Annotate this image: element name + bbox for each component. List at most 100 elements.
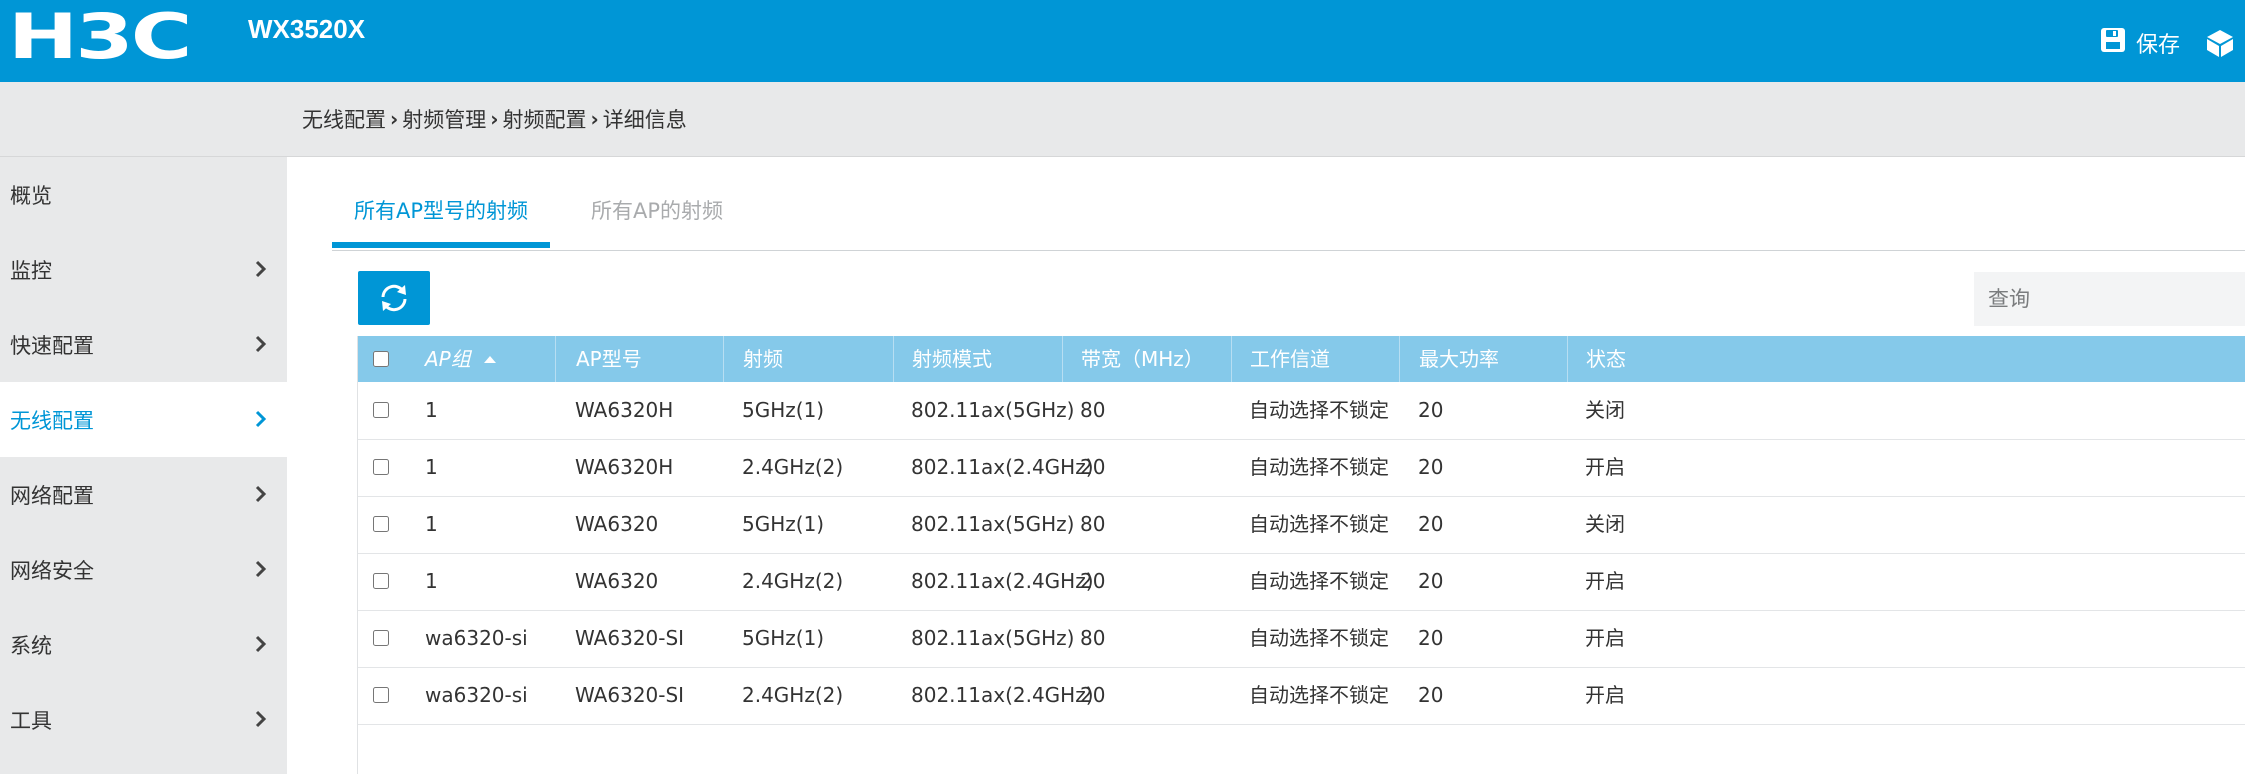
- column-header-label: 状态: [1586, 347, 1626, 371]
- cell-ap-model: WA6320H: [575, 398, 674, 422]
- cell-status: 开启: [1585, 683, 1625, 707]
- table-row[interactable]: 1 WA6320H 5GHz(1) 802.11ax(5GHz) 80 自动选择不锁定 20…: [358, 382, 2245, 440]
- column-header-label: AP组: [425, 347, 471, 371]
- chevron-right-icon: [254, 484, 268, 509]
- column-header-max-power[interactable]: 最大功率（dBm）: [1399, 336, 1568, 417]
- cell-bandwidth: 80: [1080, 512, 1106, 536]
- tab-bar: 所有AP型号的射频 所有AP的射频: [332, 178, 2245, 251]
- chevron-right-icon: [254, 409, 268, 434]
- column-header-label: 工作信道: [1250, 347, 1330, 371]
- cell-radio: 5GHz(1): [742, 398, 825, 422]
- cell-radio: 5GHz(1): [742, 626, 825, 650]
- top-bar: H3C WX3520X 保存: [0, 0, 2245, 82]
- breadcrumb-item-details: 详细信息: [602, 108, 687, 132]
- cell-radio-mode: 802.11ax(2.4GHz): [911, 569, 1094, 593]
- sidebar-item-tools[interactable]: 工具: [0, 682, 287, 757]
- row-checkbox[interactable]: [373, 402, 389, 418]
- table-row[interactable]: 1 WA6320H 2.4GHz(2) 802.11ax(2.4GHz) 20 自动选择不…: [358, 439, 2245, 497]
- sidebar-item-label: 工具: [10, 708, 52, 733]
- cell-max-power: 20: [1418, 683, 1444, 707]
- cell-max-power: 20: [1418, 569, 1444, 593]
- column-header-ap-model[interactable]: AP型号: [555, 336, 724, 382]
- row-checkbox[interactable]: [373, 516, 389, 532]
- sidebar-item-wireless-config[interactable]: 无线配置: [0, 382, 287, 457]
- cell-ap-group: 1: [425, 398, 438, 422]
- column-header-label: 射频模式: [912, 347, 992, 371]
- radio-table: AP组 AP型号 射频 射频模式 带宽（MHz） 工作信道 最大功率（dBm） 状态 1 WA6…: [357, 336, 2245, 774]
- cell-bandwidth: 80: [1080, 626, 1106, 650]
- breadcrumb-item-radio-management[interactable]: 射频管理: [402, 104, 486, 134]
- cell-max-power: 20: [1418, 398, 1444, 422]
- breadcrumb-bar: 无线配置 › 射频管理 › 射频配置 › 详细信息: [0, 82, 2245, 157]
- cell-status: 开启: [1585, 569, 1625, 593]
- cell-radio: 2.4GHz(2): [742, 569, 844, 593]
- cell-ap-group: 1: [425, 455, 438, 479]
- column-header-channel[interactable]: 工作信道: [1231, 336, 1400, 382]
- chevron-right-icon: [254, 709, 268, 734]
- sidebar-item-label: 无线配置: [10, 408, 94, 433]
- refresh-button[interactable]: [358, 271, 430, 325]
- save-label: 保存: [2136, 33, 2181, 58]
- cell-max-power: 20: [1418, 626, 1444, 650]
- sidebar-item-monitor[interactable]: 监控: [0, 232, 287, 307]
- sidebar-item-network-security[interactable]: 网络安全: [0, 532, 287, 607]
- column-header-label: AP型号: [576, 347, 642, 371]
- column-header-status[interactable]: 状态: [1567, 336, 2245, 382]
- cell-bandwidth: 20: [1080, 455, 1106, 479]
- row-checkbox[interactable]: [373, 630, 389, 646]
- row-checkbox[interactable]: [373, 687, 389, 703]
- cell-channel: 自动选择不锁定: [1249, 626, 1389, 650]
- column-header-radio-mode[interactable]: 射频模式: [893, 336, 1063, 382]
- chevron-right-icon: [254, 634, 268, 659]
- breadcrumb-item-radio-config[interactable]: 射频配置: [503, 104, 587, 134]
- table-row[interactable]: wa6320-si WA6320-SI 2.4GHz(2) 802.11ax(2.4G…: [358, 667, 2245, 725]
- tab-all-ap-models-radio[interactable]: 所有AP型号的射频: [332, 178, 551, 248]
- column-header-radio[interactable]: 射频: [723, 336, 894, 382]
- breadcrumb-separator-icon: ›: [590, 107, 599, 131]
- cell-ap-model: WA6320-SI: [575, 683, 685, 707]
- cell-channel: 自动选择不锁定: [1249, 683, 1389, 707]
- cell-channel: 自动选择不锁定: [1249, 455, 1389, 479]
- column-header-label: 带宽（MHz）: [1081, 347, 1204, 371]
- tab-all-aps-radio[interactable]: 所有AP的射频: [569, 178, 745, 248]
- row-checkbox[interactable]: [373, 459, 389, 475]
- cell-bandwidth: 80: [1080, 398, 1106, 422]
- table-row[interactable]: 1 WA6320 5GHz(1) 802.11ax(5GHz) 80 自动选择不锁定 20 关…: [358, 496, 2245, 554]
- cell-max-power: 20: [1418, 512, 1444, 536]
- sidebar-item-quick-config[interactable]: 快速配置: [0, 307, 287, 382]
- table-row[interactable]: wa6320-si WA6320-SI 5GHz(1) 802.11ax(5GHz) 8…: [358, 610, 2245, 668]
- cell-ap-model: WA6320: [575, 569, 659, 593]
- cell-ap-group: wa6320-si: [425, 683, 528, 707]
- refresh-icon: [381, 284, 407, 312]
- cell-channel: 自动选择不锁定: [1249, 569, 1389, 593]
- cell-ap-group: wa6320-si: [425, 626, 528, 650]
- search-input[interactable]: [1974, 272, 2245, 326]
- column-header-ap-group[interactable]: AP组: [358, 336, 555, 382]
- cell-radio: 2.4GHz(2): [742, 455, 844, 479]
- breadcrumb-separator-icon: ›: [390, 107, 399, 131]
- sidebar-item-label: 概览: [10, 183, 52, 208]
- sidebar-item-system[interactable]: 系统: [0, 607, 287, 682]
- cell-channel: 自动选择不锁定: [1249, 398, 1389, 422]
- cell-status: 开启: [1585, 626, 1625, 650]
- column-header-bandwidth[interactable]: 带宽（MHz）: [1062, 336, 1232, 382]
- cube-icon[interactable]: [2205, 28, 2235, 62]
- sidebar-item-label: 系统: [10, 633, 52, 658]
- cell-ap-group: 1: [425, 569, 438, 593]
- cell-radio-mode: 802.11ax(5GHz): [911, 512, 1075, 536]
- breadcrumb: 无线配置 › 射频管理 › 射频配置 › 详细信息: [302, 104, 687, 134]
- cell-radio: 5GHz(1): [742, 512, 825, 536]
- cell-ap-group: 1: [425, 512, 438, 536]
- row-checkbox[interactable]: [373, 573, 389, 589]
- table-row[interactable]: 1 WA6320 2.4GHz(2) 802.11ax(2.4GHz) 20 自动选择不锁…: [358, 553, 2245, 611]
- sidebar-item-label: 快速配置: [10, 333, 94, 358]
- breadcrumb-item-wireless[interactable]: 无线配置: [302, 104, 386, 134]
- cell-ap-model: WA6320-SI: [575, 626, 685, 650]
- save-button[interactable]: 保存: [2100, 28, 2180, 58]
- sidebar-item-overview[interactable]: 概览: [0, 157, 287, 232]
- sidebar-item-label: 网络配置: [10, 483, 94, 508]
- cell-radio-mode: 802.11ax(5GHz): [911, 398, 1075, 422]
- chevron-right-icon: [254, 259, 268, 284]
- sidebar-item-network-config[interactable]: 网络配置: [0, 457, 287, 532]
- cell-status: 开启: [1585, 455, 1625, 479]
